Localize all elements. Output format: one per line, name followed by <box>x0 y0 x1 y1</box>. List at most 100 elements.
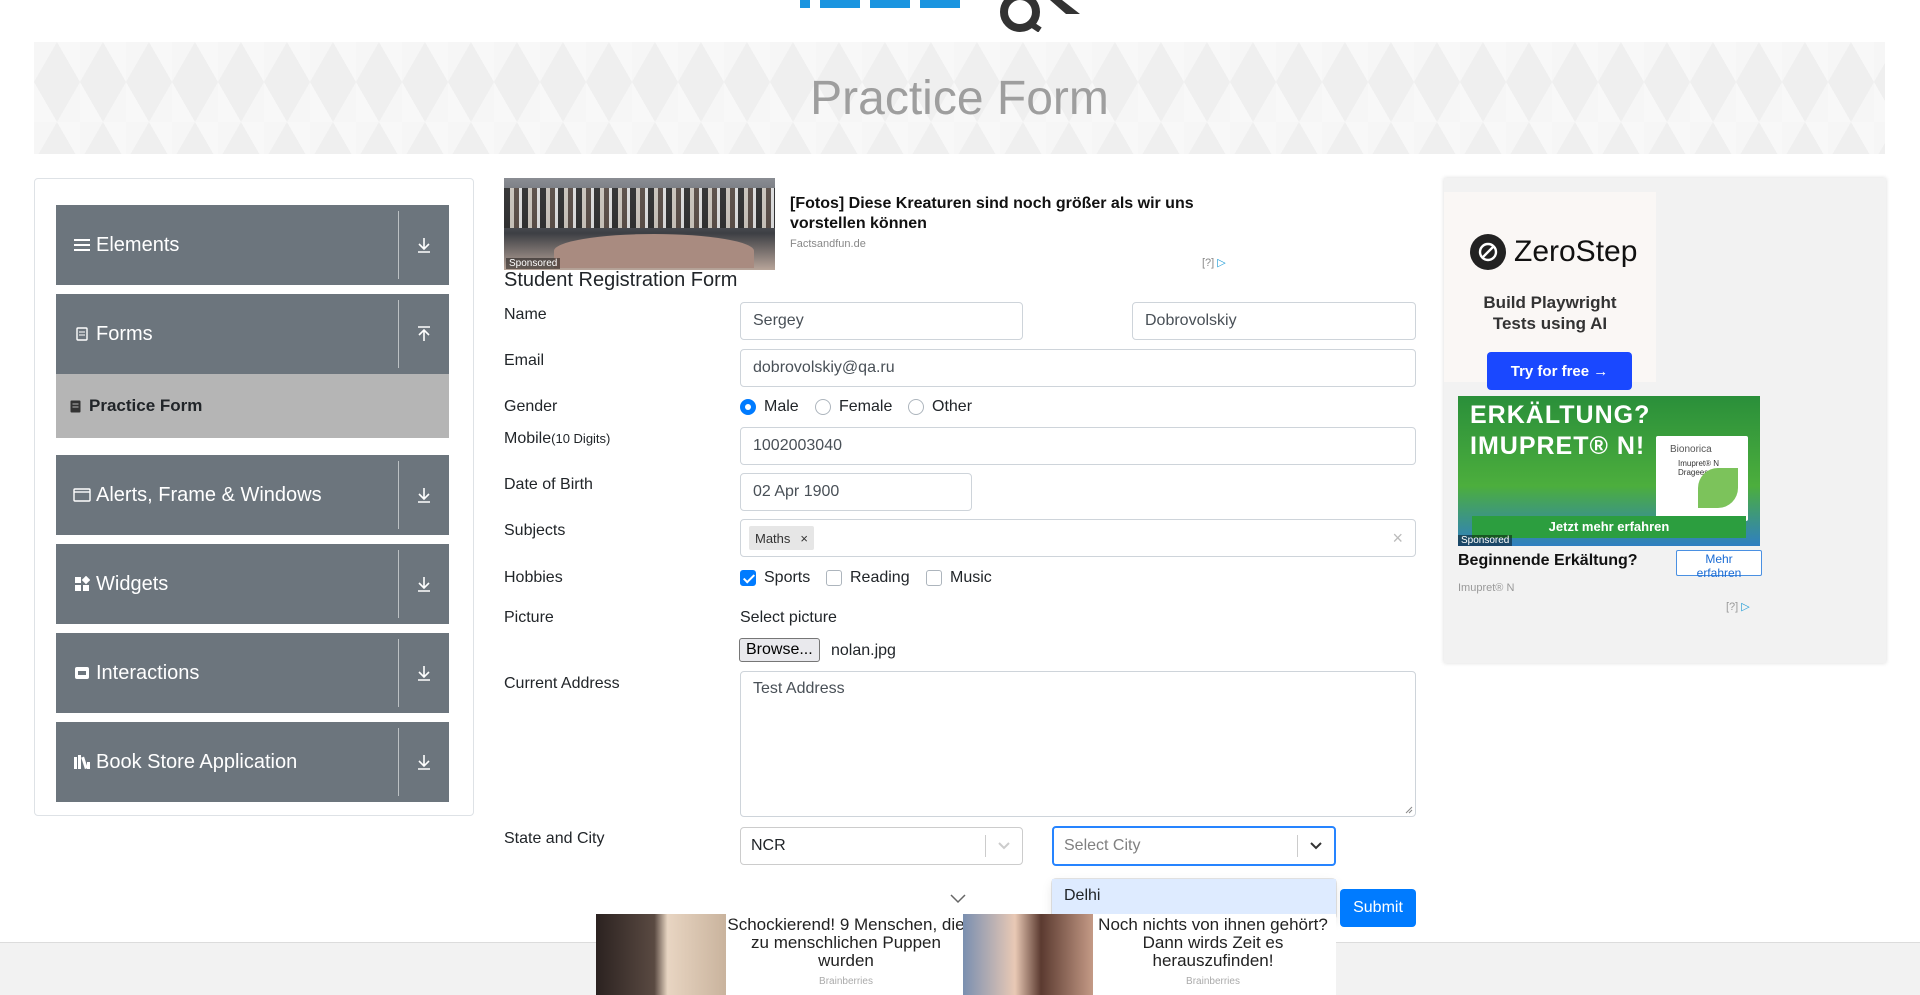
bottom-ad-image[interactable] <box>963 914 1093 995</box>
ad-image[interactable]: Sponsored <box>504 178 775 270</box>
ad-info-label: [?] <box>1726 601 1739 613</box>
ad-info-label: [?] <box>1202 257 1215 269</box>
ad-banner-top[interactable]: Sponsored [Fotos] Diese Kreaturen sind n… <box>504 178 1244 270</box>
email-input[interactable]: dobrovolskiy@qa.ru <box>740 349 1416 387</box>
bottom-ad-title[interactable]: Schockierend! 9 Menschen, die zu menschl… <box>726 916 966 970</box>
page-banner: Practice Form <box>34 42 1885 154</box>
city-option[interactable]: Delhi <box>1052 879 1336 915</box>
divider <box>398 728 399 796</box>
bottom-ad-image[interactable] <box>596 914 726 995</box>
mobile-label-text: Mobile <box>504 430 552 447</box>
up-arrow-icon[interactable] <box>415 326 433 342</box>
radio-button[interactable] <box>740 399 756 415</box>
try-for-free-button[interactable]: Try for free → <box>1487 352 1632 390</box>
adchoices-icon: ▷ <box>1217 257 1226 269</box>
adchoices-icon: ▷ <box>1741 601 1750 613</box>
down-arrow-icon[interactable] <box>415 665 433 681</box>
sidebar-group-book-store[interactable]: Book Store Application <box>56 722 449 802</box>
collapse-chevron-icon[interactable] <box>950 891 966 909</box>
sidebar-group-interactions[interactable]: Interactions <box>56 633 449 713</box>
sidebar-item-label: Practice Form <box>89 396 203 415</box>
gender-radio-male[interactable]: Male <box>740 398 799 416</box>
imupret-ad-image[interactable]: ERKÄLTUNG? IMUPRET® N! Bionorica Imupret… <box>1458 396 1760 546</box>
document-icon <box>73 325 91 343</box>
down-arrow-icon[interactable] <box>415 237 433 253</box>
hobby-checkbox-reading[interactable]: Reading <box>826 569 910 587</box>
mobile-input[interactable]: 1002003040 <box>740 427 1416 465</box>
page-title: Practice Form <box>810 71 1109 125</box>
bottom-ad-strip[interactable]: Schockierend! 9 Menschen, die zu menschl… <box>596 914 1336 995</box>
form-title: Student Registration Form <box>504 269 738 291</box>
chevron-down-icon[interactable] <box>1298 842 1334 850</box>
bottom-ad[interactable]: Schockierend! 9 Menschen, die zu menschl… <box>596 914 966 995</box>
ad-image-crowd <box>504 188 775 228</box>
sidebar-group-widgets[interactable]: Widgets <box>56 544 449 624</box>
hobby-label[interactable]: Music <box>950 569 992 587</box>
bottom-ad[interactable]: Noch nichts von ihnen gehört? Dann wirds… <box>963 914 1333 995</box>
zerostep-ad[interactable]: ZeroStep Build Playwright Tests using AI… <box>1444 192 1656 390</box>
gender-option-label[interactable]: Male <box>764 398 799 416</box>
hobby-label[interactable]: Reading <box>850 569 910 587</box>
gender-option-label[interactable]: Other <box>932 398 972 416</box>
gender-option-label[interactable]: Female <box>839 398 892 416</box>
sidebar-group-alerts[interactable]: Alerts, Frame & Windows <box>56 455 449 535</box>
current-address-textarea[interactable]: Test Address <box>740 671 1416 817</box>
clear-subjects-icon[interactable]: × <box>1392 528 1403 549</box>
down-arrow-icon[interactable] <box>415 754 433 770</box>
last-name-input[interactable]: Dobrovolskiy <box>1132 302 1416 340</box>
first-name-input[interactable]: Sergey <box>740 302 1023 340</box>
imupret-title[interactable]: Beginnende Erkältung? <box>1458 552 1638 570</box>
bottom-ad-title[interactable]: Noch nichts von ihnen gehört? Dann wirds… <box>1093 916 1333 970</box>
sidebar: Elements Forms Practice Form Alerts, Fra… <box>34 178 474 816</box>
checkbox[interactable] <box>740 570 756 586</box>
divider <box>398 211 399 279</box>
select-picture-label: Select picture <box>740 609 837 626</box>
remove-subject-icon[interactable]: × <box>800 531 808 546</box>
gender-radio-other[interactable]: Other <box>908 398 972 416</box>
checkbox[interactable] <box>826 570 842 586</box>
radio-button[interactable] <box>908 399 924 415</box>
ad-title[interactable]: [Fotos] Diese Kreaturen sind noch größer… <box>790 194 1220 234</box>
state-select[interactable]: NCR <box>740 827 1023 865</box>
widgets-icon <box>73 575 91 593</box>
down-arrow-icon[interactable] <box>415 487 433 503</box>
sidebar-item-practice-form[interactable]: Practice Form <box>56 374 449 438</box>
imupret-cta-bar[interactable]: Jetzt mehr erfahren <box>1472 516 1746 538</box>
mobile-hint: (10 Digits) <box>551 431 611 446</box>
gender-radio-female[interactable]: Female <box>815 398 892 416</box>
city-dropdown-menu: Delhi <box>1052 879 1336 919</box>
zerostep-logo-icon <box>1470 234 1506 270</box>
radio-button[interactable] <box>815 399 831 415</box>
ad-info[interactable]: [?] ▷ <box>1202 256 1226 269</box>
sponsored-label: Sponsored <box>506 258 561 269</box>
mehr-erfahren-button[interactable]: Mehr erfahren <box>1676 550 1762 580</box>
resize-handle-icon[interactable] <box>1405 806 1413 814</box>
books-icon <box>73 753 91 771</box>
subject-chip: Maths × <box>749 526 814 550</box>
city-select[interactable]: Select City <box>1052 826 1336 866</box>
toolsqa-logo[interactable] <box>800 0 1130 33</box>
chevron-down-icon[interactable] <box>986 842 1022 850</box>
mobile-label: Mobile(10 Digits) <box>504 430 610 448</box>
ad-info[interactable]: [?] ▷ <box>1726 600 1750 613</box>
ad-sidebar-right[interactable]: ZeroStep Build Playwright Tests using AI… <box>1444 178 1886 663</box>
subjects-input[interactable]: Maths × × <box>740 519 1416 557</box>
submit-button[interactable]: Submit <box>1340 889 1416 927</box>
imupret-source: Imupret® N <box>1458 582 1515 594</box>
sponsored-label: Sponsored <box>1458 535 1513 546</box>
leaf-icon <box>1698 468 1738 508</box>
hobby-checkbox-sports[interactable]: Sports <box>740 569 810 587</box>
sidebar-group-forms[interactable]: Forms <box>56 294 449 374</box>
zerostep-tagline: Build Playwright Tests using AI <box>1483 293 1617 333</box>
bottom-ad-source: Brainberries <box>1186 976 1240 987</box>
date-of-birth-input[interactable]: 02 Apr 1900 <box>740 473 972 511</box>
hobby-checkbox-music[interactable]: Music <box>926 569 992 587</box>
state-city-label: State and City <box>504 830 605 847</box>
down-arrow-icon[interactable] <box>415 576 433 592</box>
hobby-label[interactable]: Sports <box>764 569 810 587</box>
browse-button[interactable]: Browse... <box>739 638 820 662</box>
sidebar-group-elements[interactable]: Elements <box>56 205 449 285</box>
sidebar-group-label: Widgets <box>96 572 169 595</box>
sidebar-group-label: Alerts, Frame & Windows <box>96 483 322 506</box>
checkbox[interactable] <box>926 570 942 586</box>
